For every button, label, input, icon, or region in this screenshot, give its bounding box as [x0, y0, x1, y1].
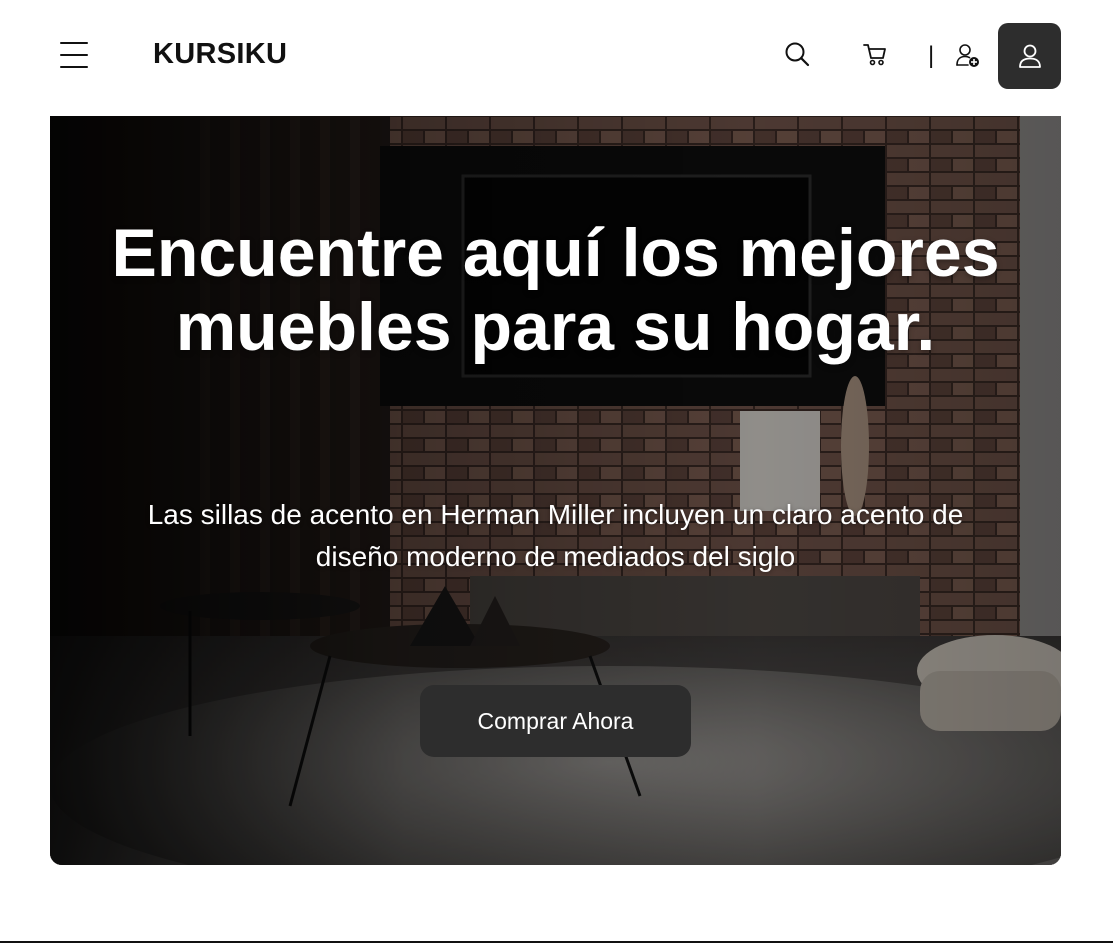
search-icon[interactable] — [781, 38, 813, 70]
hero-banner: Encuentre aquí los mejores muebles para … — [50, 116, 1061, 865]
hero-subtitle: Las sillas de acento en Herman Miller in… — [147, 499, 964, 572]
brand-logo[interactable]: KURSIKU — [153, 38, 287, 71]
user-icon — [1018, 44, 1041, 68]
site-header: KURSIKU | — [0, 0, 1113, 110]
cart-icon[interactable] — [859, 38, 891, 70]
hamburger-menu-icon[interactable] — [60, 42, 88, 68]
account-button[interactable] — [998, 23, 1061, 89]
header-divider: | — [928, 42, 935, 69]
buy-now-button[interactable]: Comprar Ahora — [420, 685, 691, 757]
user-add-icon[interactable] — [952, 40, 984, 72]
page-divider — [0, 941, 1113, 943]
hero-title: Encuentre aquí los mejores muebles para … — [111, 215, 1000, 365]
